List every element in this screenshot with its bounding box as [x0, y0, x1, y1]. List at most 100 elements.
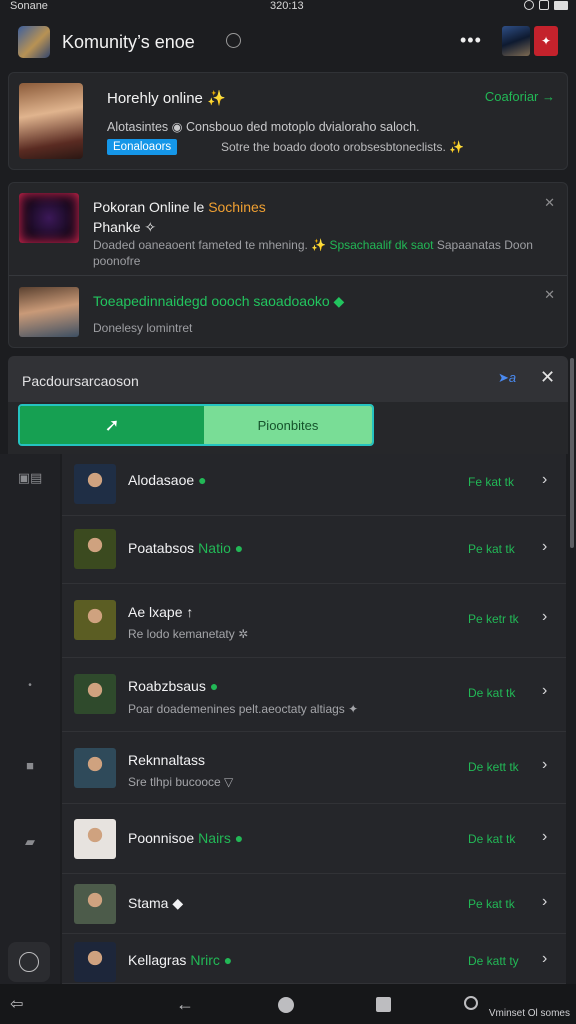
chevron-right-icon[interactable]: ›: [542, 828, 547, 846]
folder-icon[interactable]: ▰: [0, 834, 60, 850]
divider: [9, 275, 567, 276]
profile-avatar[interactable]: [502, 26, 530, 56]
contact-avatar: [74, 748, 116, 788]
contact-name-text: Stama ◆: [128, 895, 184, 911]
close-panel-button[interactable]: ✕: [540, 367, 555, 388]
featured-avatar: [19, 83, 83, 159]
contact-status-tag: ●: [198, 472, 207, 488]
info-icon[interactable]: [226, 33, 241, 48]
notifications-card: Pokoran Online le Sochines Phanke ✧ Doad…: [8, 182, 568, 348]
segment-members[interactable]: Pioonbites: [204, 406, 372, 444]
notification-title[interactable]: Toeapedinnaidegd oooch saoadoaoko ◆: [93, 293, 344, 310]
dismiss-notification-button[interactable]: ✕: [544, 287, 555, 303]
grid-icon[interactable]: ▣▤: [0, 470, 60, 486]
list-item[interactable]: Alodasaoe ● Fe kat tk ›: [62, 454, 566, 516]
contact-status-tag: Nairs ●: [198, 830, 244, 846]
list-item[interactable]: Kellagras Nrirc ● De katt ty ›: [62, 934, 566, 984]
contact-name: Kellagras Nrirc ●: [128, 952, 232, 968]
contact-name-text: Reknnaltass: [128, 752, 206, 768]
contact-action[interactable]: De kat tk: [468, 686, 515, 700]
contact-avatar: [74, 942, 116, 982]
notification-title-line2: Phanke ✧: [93, 219, 157, 235]
notification-title: Pokoran Online le Sochines Phanke ✧: [93, 197, 266, 237]
contact-subtitle: Poar doademenines pelt.aeoctaty altiags …: [128, 702, 359, 716]
dismiss-notification-button[interactable]: ✕: [544, 195, 555, 211]
chevron-right-icon[interactable]: ›: [542, 950, 547, 968]
contact-avatar: [74, 884, 116, 924]
list-item[interactable]: Reknnaltass Sre tlhpi bucooce ▽ De kett …: [62, 732, 566, 804]
back-button[interactable]: ←: [176, 994, 194, 1015]
contact-name-text: Ae lxape ↑: [128, 604, 194, 620]
members-panel-header: Pacdoursarcaoson ➤a ✕: [8, 356, 568, 402]
list-item[interactable]: Ae lxape ↑ Re lodo kemanetaty ✲ Pe ketr …: [62, 584, 566, 658]
contact-name-text: Poatabsos: [128, 540, 195, 556]
chat-icon[interactable]: ■: [0, 758, 60, 773]
contact-action[interactable]: Fe kat tk: [468, 475, 514, 489]
status-time: 320:13: [270, 0, 304, 12]
side-rail: ▣▤ • ■ ▰: [0, 454, 60, 984]
dot-icon: •: [28, 680, 32, 691]
recents-button[interactable]: [376, 997, 391, 1012]
system-nav-bar: ⇦ ← Vminset Ol somes: [0, 984, 576, 1024]
status-icons: [524, 0, 568, 10]
notification-description: Doaded oaneaoent fameted te mhening. ✨ S…: [93, 237, 533, 269]
compass-button[interactable]: [8, 942, 50, 982]
chevron-right-icon[interactable]: ›: [542, 893, 547, 911]
switch-icon[interactable]: ⇦: [10, 994, 23, 1014]
more-options-button[interactable]: •••: [460, 30, 482, 51]
status-carrier: Sonane: [10, 0, 48, 12]
list-item[interactable]: Roabzbsaus ● Poar doademenines pelt.aeoct…: [62, 658, 566, 732]
contact-avatar: [74, 529, 116, 569]
status-bar: Sonane 320:13: [0, 0, 576, 14]
featured-title: Horehly online ✨: [107, 90, 226, 107]
wifi-icon: [539, 0, 549, 10]
contact-action[interactable]: Pe ketr tk: [468, 612, 519, 626]
segment-share[interactable]: ➚: [20, 406, 204, 444]
notification-avatar: [19, 287, 79, 337]
contact-avatar: [74, 600, 116, 640]
search-icon[interactable]: [464, 996, 478, 1010]
notification-desc-highlight: ✨ Spsachaalif dk saot: [311, 238, 434, 252]
list-item[interactable]: Poonnisoe Nairs ● De kat tk ›: [62, 804, 566, 874]
notification-title-accent: Sochines: [208, 199, 266, 215]
contact-name: Poatabsos Natio ●: [128, 540, 243, 556]
contact-action[interactable]: Pe kat tk: [468, 542, 515, 556]
contact-name: Stama ◆: [128, 895, 187, 912]
contact-name-text: Alodasaoe: [128, 472, 195, 488]
featured-badge[interactable]: Eonaloaors: [107, 139, 178, 155]
contact-status-tag: Natio ●: [198, 540, 244, 556]
contact-action[interactable]: Pe kat tk: [468, 897, 515, 911]
panel-title: Pacdoursarcaoson: [22, 373, 139, 389]
list-item[interactable]: Poatabsos Natio ● Pe kat tk ›: [62, 516, 566, 584]
segmented-control-row: ➚ Pioonbites: [8, 402, 568, 454]
notification-desc-part: Doaded oaneaoent fameted te mhening.: [93, 238, 308, 252]
chevron-right-icon[interactable]: ›: [542, 756, 547, 774]
community-avatar[interactable]: [18, 26, 50, 58]
chevron-right-icon[interactable]: ›: [542, 471, 547, 489]
contact-name: Roabzbsaus ●: [128, 678, 218, 694]
featured-subtext: Sotre the boado dooto orobsesbtoneclists…: [221, 140, 465, 154]
chevron-right-icon[interactable]: ›: [542, 682, 547, 700]
featured-card[interactable]: Horehly online ✨ Coaforiar → Alotasintes…: [8, 72, 568, 170]
contact-action[interactable]: De katt ty: [468, 954, 519, 968]
contact-name: Alodasaoe ●: [128, 472, 207, 488]
featured-link[interactable]: Coaforiar →: [485, 89, 555, 104]
notification-app-icon[interactable]: ✦: [534, 26, 558, 56]
app-bar: Komunity’s enoe ••• ✦: [0, 18, 576, 64]
contact-action[interactable]: De kett tk: [468, 760, 519, 774]
home-button[interactable]: [278, 997, 294, 1013]
featured-description: Alotasintes ◉ Consbouo ded motoplo dvial…: [107, 120, 420, 134]
notification-avatar: [19, 193, 79, 243]
scrollbar[interactable]: [570, 358, 574, 548]
contact-action[interactable]: De kat tk: [468, 832, 515, 846]
share-icon[interactable]: ➤a: [498, 370, 516, 386]
contact-avatar: [74, 674, 116, 714]
list-item[interactable]: Stama ◆ Pe kat tk ›: [62, 874, 566, 934]
contact-subtitle: Sre tlhpi bucooce ▽: [128, 775, 234, 789]
compass-icon: [19, 952, 39, 972]
segmented-control[interactable]: ➚ Pioonbites: [18, 404, 374, 446]
battery-icon: [554, 0, 568, 10]
chevron-right-icon[interactable]: ›: [542, 608, 547, 626]
contact-status-tag: Nrirc ●: [190, 952, 233, 968]
chevron-right-icon[interactable]: ›: [542, 538, 547, 556]
